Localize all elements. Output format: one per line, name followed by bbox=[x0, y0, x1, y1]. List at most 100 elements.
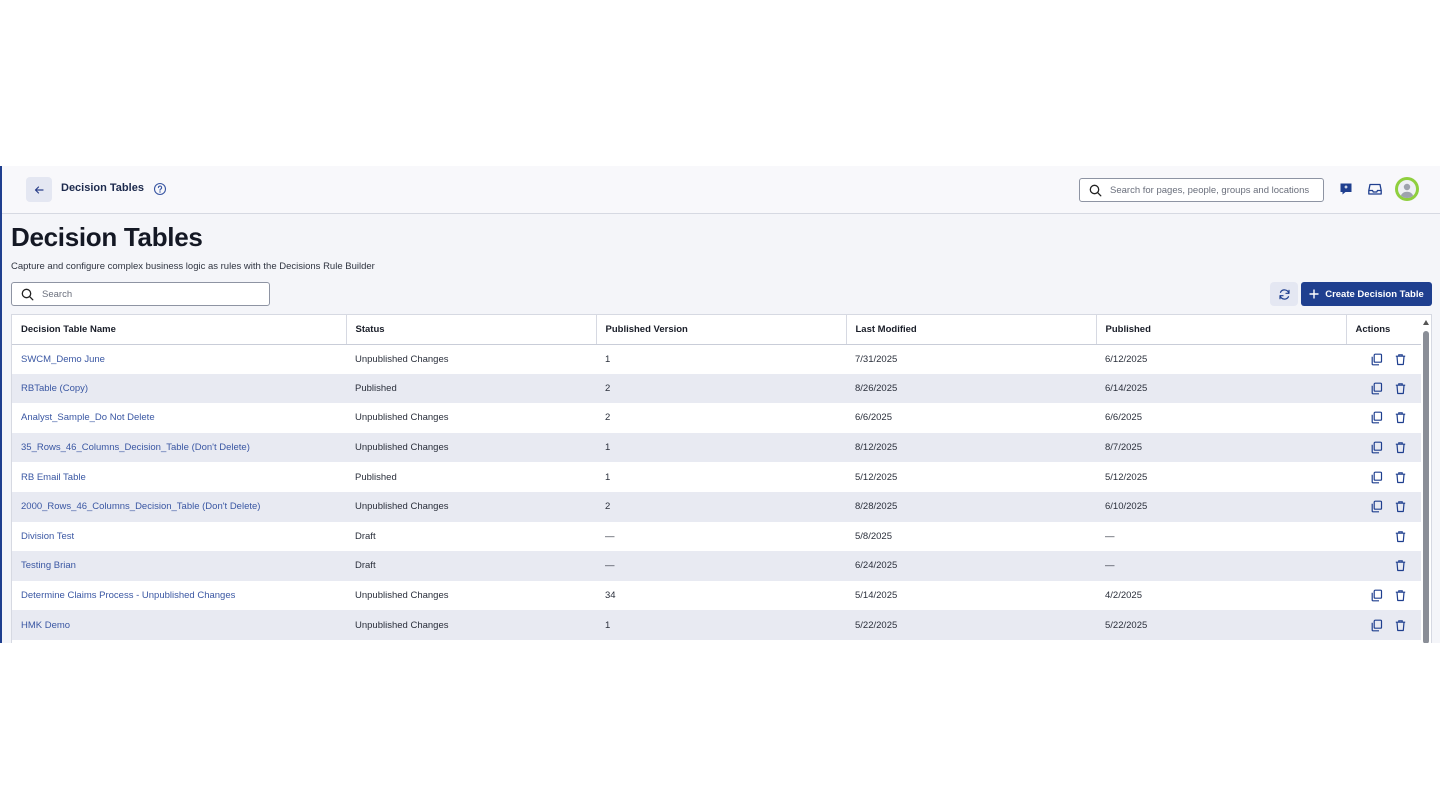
decision-table-link[interactable]: SWCM_Demo June bbox=[21, 354, 105, 365]
column-header-actions: Actions bbox=[1346, 315, 1421, 345]
cell-actions bbox=[1346, 432, 1421, 463]
table-row[interactable]: Division Test Draft — 5/8/2025 — bbox=[12, 522, 1421, 552]
decision-table-link[interactable]: 35_Rows_46_Columns_Decision_Table (Don't… bbox=[21, 442, 250, 453]
cell-status: Unpublished Changes bbox=[355, 590, 449, 602]
refresh-icon bbox=[1278, 288, 1290, 300]
cell-published: — bbox=[1096, 551, 1346, 581]
cell-status: Draft bbox=[346, 551, 596, 581]
cell-name: Determine Claims Process - Unpublished C… bbox=[12, 581, 346, 611]
delete-icon[interactable] bbox=[1394, 441, 1407, 454]
app-shell: Decision Tables Search for pages, people… bbox=[0, 166, 1440, 643]
copy-icon[interactable] bbox=[1370, 619, 1383, 632]
cell-last-modified: 5/22/2025 bbox=[846, 610, 1096, 640]
cell-name: SWCM_Demo June bbox=[12, 344, 346, 374]
table-row[interactable]: RB Email Table Published 1 5/12/2025 5/12/20… bbox=[12, 462, 1421, 492]
decision-table-link[interactable]: Analyst_Sample_Do Not Delete bbox=[21, 412, 155, 423]
cell-published-version: 2 bbox=[596, 491, 846, 522]
decision-table-link[interactable]: RBTable (Copy) bbox=[21, 383, 88, 394]
delete-icon[interactable] bbox=[1394, 589, 1407, 602]
delete-icon[interactable] bbox=[1394, 382, 1407, 395]
arrow-left-icon bbox=[34, 185, 44, 194]
cell-published: 5/22/2025 bbox=[1096, 610, 1346, 640]
table-row[interactable]: RBTable (Copy) Published 2 8/26/2025 6/14/20… bbox=[12, 373, 1421, 404]
scroll-up-arrow[interactable] bbox=[1423, 320, 1429, 325]
delete-icon[interactable] bbox=[1394, 619, 1407, 632]
back-button[interactable] bbox=[26, 177, 52, 202]
cell-status: Unpublished Changes bbox=[355, 353, 449, 365]
table-row[interactable]: Determine Claims Process - Unpublished C… bbox=[12, 581, 1421, 611]
global-search bbox=[1079, 178, 1324, 202]
column-header-status[interactable]: Status bbox=[346, 315, 597, 345]
create-decision-table-button[interactable]: Create Decision Table bbox=[1301, 282, 1432, 306]
cell-name: 2000_Rows_46_Columns_Decision_Table (Don… bbox=[12, 491, 346, 522]
cell-last-modified: 7/31/2025 bbox=[855, 353, 898, 365]
table-row[interactable]: Testing Brian Draft —6/24/2025— bbox=[12, 551, 1421, 581]
cell-published: 6/14/2025 bbox=[1096, 373, 1346, 404]
cell-status: Draft bbox=[355, 530, 376, 542]
cell-published-version: 1 bbox=[596, 432, 846, 463]
delete-icon[interactable] bbox=[1394, 353, 1407, 366]
decision-table-link[interactable]: RB Email Table bbox=[21, 472, 86, 483]
cell-actions bbox=[1346, 403, 1421, 433]
refresh-button[interactable] bbox=[1270, 282, 1298, 306]
copy-icon[interactable] bbox=[1370, 589, 1383, 602]
vertical-scrollbar[interactable] bbox=[1421, 315, 1431, 643]
page-subtitle: Capture and configure complex business l… bbox=[11, 261, 375, 272]
cell-actions bbox=[1346, 581, 1421, 611]
delete-icon[interactable] bbox=[1394, 411, 1407, 424]
cell-published: — bbox=[1105, 530, 1115, 542]
help-icon[interactable] bbox=[153, 182, 167, 196]
table-row[interactable]: Analyst_Sample_Do Not Delete Unpublished … bbox=[12, 403, 1421, 433]
breadcrumb-title: Decision Tables bbox=[61, 182, 144, 194]
table-row[interactable]: 35_Rows_46_Columns_Decision_Table (Don't… bbox=[12, 432, 1421, 463]
search-icon bbox=[21, 288, 34, 301]
global-search-input[interactable] bbox=[1110, 182, 1318, 198]
cell-status: Unpublished Changes bbox=[346, 610, 596, 640]
column-header-published-version[interactable]: Published Version bbox=[596, 315, 847, 345]
cell-name: RBTable (Copy) bbox=[12, 373, 346, 404]
cell-status: Unpublished Changes bbox=[346, 432, 596, 463]
delete-icon[interactable] bbox=[1394, 471, 1407, 484]
decision-table-link[interactable]: Division Test bbox=[21, 531, 74, 542]
delete-icon[interactable] bbox=[1394, 500, 1407, 513]
table-row[interactable]: 2000_Rows_46_Columns_Decision_Table (Don… bbox=[12, 491, 1421, 522]
table-row[interactable]: SWCM_Demo June Unpublished Changes 1 7/31/2… bbox=[12, 344, 1421, 374]
table-row[interactable]: HMK Demo Unpublished Changes 1 5/22/2025 5/2… bbox=[12, 610, 1421, 640]
cell-status: Unpublished Changes bbox=[346, 491, 596, 522]
column-header-name[interactable]: Decision Table Name bbox=[12, 315, 347, 345]
cell-last-modified: 6/6/2025 bbox=[855, 412, 892, 424]
scrollbar-thumb[interactable] bbox=[1423, 331, 1429, 643]
column-header-published[interactable]: Published bbox=[1096, 315, 1347, 345]
cell-last-modified: 8/12/2025 bbox=[846, 432, 1096, 463]
copy-icon[interactable] bbox=[1370, 382, 1383, 395]
cell-published-version: 34 bbox=[605, 590, 616, 602]
copy-icon[interactable] bbox=[1370, 353, 1383, 366]
table-search-input[interactable] bbox=[42, 286, 262, 302]
cell-actions bbox=[1346, 344, 1421, 374]
column-header-last-modified[interactable]: Last Modified bbox=[846, 315, 1097, 345]
cell-published: 8/7/2025 bbox=[1096, 432, 1346, 463]
delete-icon[interactable] bbox=[1394, 530, 1407, 543]
user-avatar[interactable] bbox=[1395, 177, 1419, 201]
decision-table-link[interactable]: Testing Brian bbox=[21, 560, 76, 571]
copy-icon[interactable] bbox=[1370, 441, 1383, 454]
cell-last-modified: 6/24/2025 bbox=[846, 551, 1096, 581]
cell-name: Testing Brian bbox=[12, 551, 346, 581]
cell-name: RB Email Table bbox=[12, 462, 346, 492]
cell-published-version: 1 bbox=[605, 353, 611, 365]
copy-icon[interactable] bbox=[1370, 500, 1383, 513]
cell-actions bbox=[1346, 610, 1421, 640]
copy-icon[interactable] bbox=[1370, 471, 1383, 484]
decision-table-link[interactable]: HMK Demo bbox=[21, 620, 70, 631]
decision-table-link[interactable]: 2000_Rows_46_Columns_Decision_Table (Don… bbox=[21, 501, 260, 512]
inbox-icon[interactable] bbox=[1367, 181, 1383, 197]
copy-icon[interactable] bbox=[1370, 411, 1383, 424]
decision-table-link[interactable]: Determine Claims Process - Unpublished C… bbox=[21, 590, 235, 601]
cell-status: Unpublished Changes bbox=[355, 412, 449, 424]
feedback-icon[interactable] bbox=[1338, 181, 1354, 197]
cell-last-modified: 5/8/2025 bbox=[855, 530, 892, 542]
table-search bbox=[11, 282, 270, 306]
delete-icon[interactable] bbox=[1394, 559, 1407, 572]
cell-published-version: — bbox=[605, 530, 615, 542]
cell-published-version: 2 bbox=[596, 373, 846, 404]
